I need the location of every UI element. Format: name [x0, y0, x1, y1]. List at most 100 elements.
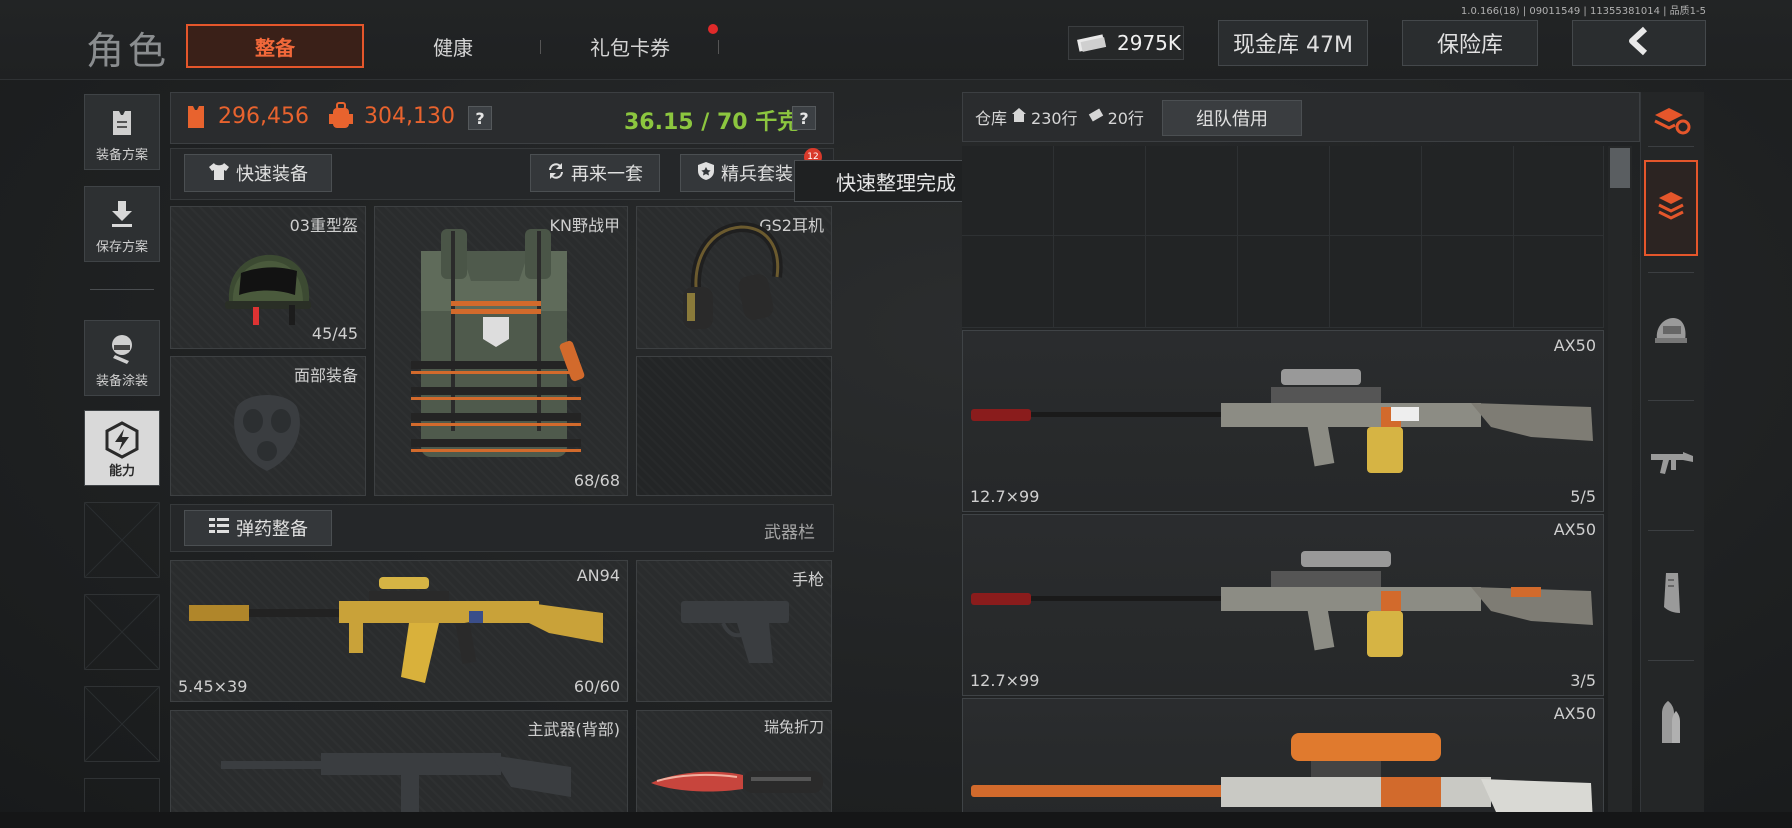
- download-icon: [105, 197, 139, 235]
- storage-item-count: 5/5: [1570, 487, 1596, 506]
- storage-item-card[interactable]: AX50 12.7×99 5/5: [962, 330, 1604, 512]
- nav-empty-slot: [84, 502, 160, 578]
- grid-cell[interactable]: [962, 236, 1054, 328]
- version-text: 1.0.166(18) | 09011549 | 11355381014 | 品…: [1460, 6, 1706, 17]
- quick-equip-label: 快速装备: [236, 164, 308, 185]
- quick-equip-button[interactable]: 快速装备: [184, 154, 332, 192]
- storage-item-ammo: 12.7×99: [970, 487, 1040, 506]
- grid-cell[interactable]: [1514, 236, 1604, 328]
- primary-weapon-ammo: 5.45×39: [178, 677, 248, 696]
- layers-icon: [1655, 188, 1687, 228]
- grid-cell[interactable]: [1054, 146, 1146, 236]
- armor-durability: 68/68: [573, 471, 620, 490]
- ax50-rifle-icon: [971, 367, 1597, 481]
- grid-cell[interactable]: [1330, 146, 1422, 236]
- right-nav-divider: [1648, 146, 1694, 147]
- right-nav-divider: [1648, 660, 1694, 661]
- storage-rows: 230行: [1031, 109, 1078, 128]
- storage-item-card[interactable]: AX50 12.7×99 3/5: [962, 514, 1604, 696]
- melee-slot[interactable]: 瑞兔折刀: [636, 710, 832, 828]
- grid-cell[interactable]: [1146, 236, 1238, 328]
- storage-scrollbar[interactable]: [1608, 146, 1632, 828]
- knife-icon: [647, 761, 827, 805]
- nav-skin[interactable]: 装备涂装: [84, 320, 160, 396]
- nav-save-plan-label: 保存方案: [95, 240, 148, 255]
- back-weapon-slot[interactable]: 主武器(背部): [170, 710, 628, 828]
- right-nav-ammo[interactable]: [1646, 680, 1696, 770]
- primary-weapon-durability: 60/60: [573, 677, 620, 696]
- right-nav-sort[interactable]: [1646, 76, 1696, 166]
- money-value: 2975K: [1117, 31, 1182, 55]
- team-borrow-button[interactable]: 组队借用: [1162, 100, 1302, 136]
- helmet-durability: 45/45: [311, 324, 358, 343]
- face-slot[interactable]: 面部装备: [170, 356, 366, 496]
- tab-gift-label: 礼包卡券: [590, 35, 670, 60]
- grid-cell[interactable]: [1146, 146, 1238, 236]
- ammo-prep-button[interactable]: 弹药整备: [184, 510, 332, 546]
- toast-label: 快速整理完成: [836, 170, 956, 195]
- tab-health-label: 健康: [433, 35, 473, 60]
- face-name: 面部装备: [293, 366, 358, 385]
- grid-cell[interactable]: [1422, 236, 1514, 328]
- elite-label: 精兵套装: [721, 164, 793, 185]
- money-box: 2975K: [1068, 26, 1184, 60]
- spray-icon: [105, 331, 139, 369]
- house-icon: [1011, 107, 1027, 127]
- empty-slot: [636, 356, 832, 496]
- right-nav-magazine[interactable]: [1646, 550, 1696, 640]
- gas-mask-icon: [227, 387, 307, 481]
- shirt-icon: [208, 161, 230, 186]
- weight-help-icon[interactable]: ?: [792, 106, 816, 130]
- headset-slot[interactable]: GS2耳机: [636, 206, 832, 349]
- helmet-icon: [1653, 316, 1689, 354]
- cash-vault-label: 现金库 47M: [1233, 33, 1353, 58]
- pistol-name: 手枪: [791, 570, 824, 589]
- storage-scrollbar-thumb[interactable]: [1610, 148, 1630, 188]
- an94-rifle-icon: [189, 573, 609, 697]
- safe-button[interactable]: 保险库: [1402, 20, 1538, 66]
- grid-cell[interactable]: [1330, 236, 1422, 328]
- headset-icon: [677, 217, 787, 345]
- tab-divider: [540, 40, 541, 54]
- rifle-icon: [1649, 448, 1693, 482]
- melee-name: 瑞兔折刀: [763, 718, 824, 736]
- backpack-value: 304,130: [364, 104, 455, 129]
- nav-ability[interactable]: 能力: [84, 410, 160, 486]
- grid-cell[interactable]: [1422, 146, 1514, 236]
- storage-item-name: AX50: [1553, 336, 1596, 355]
- right-nav-all[interactable]: [1644, 160, 1698, 256]
- back-button[interactable]: [1572, 20, 1706, 66]
- grid-cell[interactable]: [1238, 236, 1330, 328]
- right-nav-rifle[interactable]: [1646, 420, 1696, 510]
- nav-empty-slot: [84, 686, 160, 762]
- right-nav-helmet[interactable]: [1646, 290, 1696, 380]
- backpack-value-icon: [326, 100, 356, 136]
- stack-refresh-icon: [1651, 103, 1691, 139]
- pistol-slot[interactable]: 手枪: [636, 560, 832, 702]
- storage-item-card[interactable]: AX50: [962, 698, 1604, 828]
- grid-cell[interactable]: [1054, 236, 1146, 328]
- tab-equip[interactable]: 整备: [186, 24, 364, 68]
- grid-cell[interactable]: [1514, 146, 1604, 236]
- value-help-icon[interactable]: ?: [468, 106, 492, 130]
- pistol-icon: [677, 593, 793, 671]
- tab-health[interactable]: 健康: [390, 24, 516, 68]
- again-label: 再来一套: [571, 164, 643, 185]
- helmet-slot[interactable]: 03重型盔 45/45: [170, 206, 366, 349]
- armor-slot[interactable]: KN野战甲 68/68: [374, 206, 628, 496]
- storage-item-count: 3/5: [1570, 671, 1596, 690]
- nav-save-plan[interactable]: 保存方案: [84, 186, 160, 262]
- grid-cell[interactable]: [962, 146, 1054, 236]
- ammo-prep-label: 弹药整备: [236, 519, 308, 540]
- tab-equip-label: 整备: [255, 35, 295, 60]
- grid-cell[interactable]: [1238, 146, 1330, 236]
- cash-vault-button[interactable]: 现金库 47M: [1218, 20, 1368, 66]
- again-button[interactable]: 再来一套: [530, 154, 660, 192]
- ammo-list-icon: [208, 517, 230, 540]
- nav-equip-plan[interactable]: 装备方案: [84, 94, 160, 170]
- tab-gift[interactable]: 礼包卡券: [560, 24, 700, 68]
- primary-weapon-slot[interactable]: AN94 5.45×39 60/60: [170, 560, 628, 702]
- right-nav-divider: [1648, 530, 1694, 531]
- magazine-icon: [1658, 571, 1684, 619]
- nav-empty-slot: [84, 594, 160, 670]
